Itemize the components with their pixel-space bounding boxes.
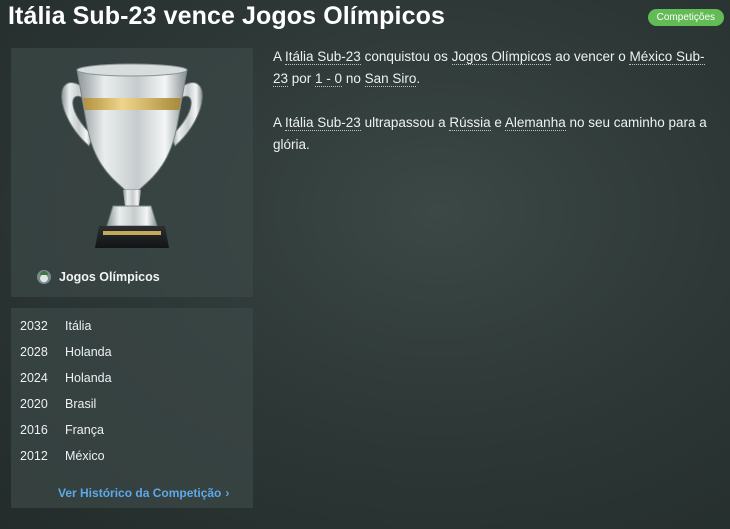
article-text: A xyxy=(273,49,286,64)
history-year: 2028 xyxy=(20,345,48,359)
article-text: conquistou os xyxy=(360,49,452,64)
olympics-icon xyxy=(37,270,51,284)
article-text: e xyxy=(490,115,505,130)
history-team[interactable]: França xyxy=(65,423,104,437)
stadium-link[interactable]: San Siro xyxy=(364,71,417,87)
competition-history-label: Ver Histórico da Competição xyxy=(58,486,222,500)
history-row: 2020 Brasil xyxy=(20,391,96,417)
article-text: ao vencer o xyxy=(551,49,630,64)
history-row: 2016 França xyxy=(20,417,104,443)
team-link-winner[interactable]: Itália Sub-23 xyxy=(285,115,361,131)
history-row: 2012 México xyxy=(20,443,105,469)
article-paragraph-2: A Itália Sub-23 ultrapassou a Rússia e A… xyxy=(273,112,718,156)
history-team[interactable]: Holanda xyxy=(65,345,112,359)
trophy-icon xyxy=(61,63,203,248)
competition-label: Jogos Olímpicos xyxy=(59,270,160,284)
chevron-right-icon: › xyxy=(225,486,230,500)
article-text: no xyxy=(342,71,365,86)
team-link-russia[interactable]: Rússia xyxy=(449,115,491,131)
match-score-link[interactable]: 1 - 0 xyxy=(315,71,343,87)
article-text: por xyxy=(288,71,316,86)
article-paragraph-1: A Itália Sub-23 conquistou os Jogos Olím… xyxy=(273,46,718,90)
history-team[interactable]: Holanda xyxy=(65,371,112,385)
article-text: . xyxy=(416,71,421,86)
history-year: 2012 xyxy=(20,449,48,463)
competition-link[interactable]: Jogos Olímpicos xyxy=(451,49,552,65)
history-year: 2032 xyxy=(20,319,48,333)
competition-name[interactable]: Jogos Olímpicos xyxy=(37,270,160,284)
article-text: A xyxy=(273,115,286,130)
history-year: 2020 xyxy=(20,397,48,411)
news-article: A Itália Sub-23 conquistou os Jogos Olím… xyxy=(273,46,718,178)
history-year: 2016 xyxy=(20,423,48,437)
history-row: 2032 Itália xyxy=(20,313,91,339)
article-text: ultrapassou a xyxy=(360,115,450,130)
history-row: 2028 Holanda xyxy=(20,339,112,365)
category-badge[interactable]: Competições xyxy=(647,9,724,26)
history-team[interactable]: México xyxy=(65,449,105,463)
history-team[interactable]: Itália xyxy=(65,319,91,333)
history-team[interactable]: Brasil xyxy=(65,397,96,411)
team-link-germany[interactable]: Alemanha xyxy=(504,115,566,131)
history-panel: 2032 Itália 2028 Holanda 2024 Holanda 2020 B… xyxy=(11,308,253,508)
history-row: 2024 Holanda xyxy=(20,365,112,391)
page-title: Itália Sub-23 vence Jogos Olímpicos xyxy=(8,2,445,30)
history-year: 2024 xyxy=(20,371,48,385)
trophy-panel: Jogos Olímpicos xyxy=(11,48,253,297)
team-link-winner[interactable]: Itália Sub-23 xyxy=(285,49,361,65)
competition-history-link[interactable]: Ver Histórico da Competição › xyxy=(58,486,229,500)
